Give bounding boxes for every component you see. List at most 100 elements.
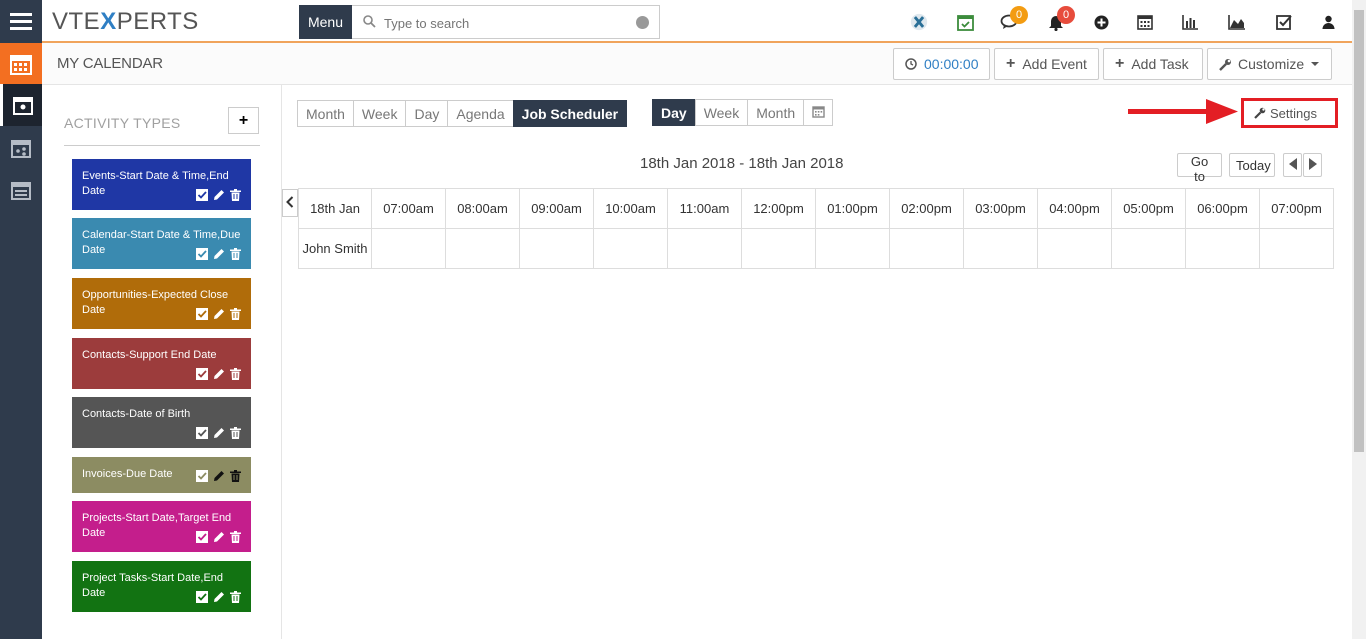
bell-icon[interactable]: 0: [1047, 6, 1075, 31]
calendar-list-icon[interactable]: [0, 170, 42, 210]
goto-button[interactable]: Go to: [1177, 153, 1222, 184]
activity-type-label: Invoices-Due Date: [82, 468, 173, 480]
activity-type-card[interactable]: Invoices-Due Date: [72, 457, 251, 493]
schedule-slot[interactable]: [667, 228, 742, 269]
prev-button[interactable]: [1283, 153, 1302, 177]
scheduler-view-switcher: Day Week Month: [652, 99, 834, 126]
search-dropdown-icon[interactable]: [636, 16, 649, 29]
schedule-slot[interactable]: [371, 228, 446, 269]
my-calendar-rail-icon[interactable]: [0, 84, 42, 126]
user-icon[interactable]: [1319, 13, 1337, 31]
area-chart-icon[interactable]: [1228, 13, 1246, 31]
scheduler-view-month[interactable]: Month: [747, 99, 805, 126]
trash-icon[interactable]: [230, 368, 242, 380]
calendar-check-icon[interactable]: [956, 13, 974, 31]
checkbox-icon[interactable]: [196, 470, 208, 482]
calendar-icon[interactable]: [1136, 13, 1154, 31]
checkbox-icon[interactable]: [196, 308, 208, 320]
schedule-slot[interactable]: [963, 228, 1038, 269]
checkbox-icon[interactable]: [196, 248, 208, 260]
vtexperts-x-icon[interactable]: [910, 13, 928, 31]
activity-type-card[interactable]: Calendar-Start Date & Time,Due Date: [72, 218, 251, 269]
checkbox-icon[interactable]: [196, 591, 208, 603]
top-header: VTEXPERTS Menu 0 0: [42, 0, 1352, 43]
edit-pencil-icon[interactable]: [213, 368, 225, 380]
activity-type-card[interactable]: Contacts-Support End Date: [72, 338, 251, 389]
schedule-slot[interactable]: [1259, 228, 1334, 269]
resource-row: John Smith: [298, 228, 1334, 269]
checkbox-icon[interactable]: [196, 368, 208, 380]
trash-icon[interactable]: [230, 427, 242, 439]
schedule-slot[interactable]: [741, 228, 816, 269]
calendar-view-job-scheduler[interactable]: Job Scheduler: [512, 100, 628, 127]
menu-button[interactable]: Menu: [299, 5, 352, 39]
add-task-label: Add Task: [1131, 56, 1189, 72]
scrollbar-thumb[interactable]: [1354, 10, 1364, 452]
trash-icon[interactable]: [230, 531, 242, 543]
vtexperts-logo[interactable]: VTEXPERTS: [52, 8, 199, 36]
schedule-slot[interactable]: [815, 228, 890, 269]
time-column-header: 04:00pm: [1037, 188, 1112, 229]
schedule-slot[interactable]: [1185, 228, 1260, 269]
schedule-slot[interactable]: [519, 228, 594, 269]
schedule-slot[interactable]: [1037, 228, 1112, 269]
date-picker-calendar-icon[interactable]: [803, 99, 834, 126]
trash-icon[interactable]: [230, 591, 242, 603]
activity-type-card[interactable]: Events-Start Date & Time,End Date: [72, 159, 251, 210]
time-column-header: 01:00pm: [815, 188, 890, 229]
calendar-view-month[interactable]: Month: [297, 100, 354, 127]
calendar-view-week[interactable]: Week: [352, 100, 407, 127]
chevron-left-icon: [286, 195, 294, 211]
activity-type-card[interactable]: Projects-Start Date,Target End Date: [72, 501, 251, 552]
checkbox-icon[interactable]: [196, 427, 208, 439]
settings-button[interactable]: Settings: [1248, 102, 1323, 124]
activity-type-card[interactable]: Opportunities-Expected Close Date: [72, 278, 251, 329]
calendar-view-agenda[interactable]: Agenda: [447, 100, 514, 127]
timer-button[interactable]: 00:00:00: [893, 48, 990, 80]
trash-icon[interactable]: [230, 470, 242, 482]
checkbox-icon[interactable]: [196, 189, 208, 201]
search-input[interactable]: [382, 13, 622, 33]
schedule-slot[interactable]: [445, 228, 520, 269]
shared-calendar-icon[interactable]: [0, 128, 42, 168]
chat-icon[interactable]: 0: [1000, 6, 1028, 31]
scheduler-view-day[interactable]: Day: [652, 99, 696, 126]
today-button[interactable]: Today: [1229, 153, 1275, 177]
add-event-label: Add Event: [1022, 56, 1087, 72]
vertical-scrollbar[interactable]: [1352, 0, 1366, 639]
time-column-header: 11:00am: [667, 188, 742, 229]
edit-pencil-icon[interactable]: [213, 470, 225, 482]
trash-icon[interactable]: [230, 248, 242, 260]
schedule-slot[interactable]: [593, 228, 668, 269]
edit-pencil-icon[interactable]: [213, 308, 225, 320]
customize-button[interactable]: Customize: [1207, 48, 1332, 80]
activity-type-actions: [196, 368, 242, 380]
calendar-view-day[interactable]: Day: [405, 100, 449, 127]
next-button[interactable]: [1303, 153, 1322, 177]
add-event-button[interactable]: + Add Event: [994, 48, 1099, 80]
schedule-slot[interactable]: [1111, 228, 1186, 269]
activity-type-card[interactable]: Contacts-Date of Birth: [72, 397, 251, 448]
time-column-header: 09:00am: [519, 188, 594, 229]
resource-name: John Smith: [298, 228, 372, 269]
edit-pencil-icon[interactable]: [213, 531, 225, 543]
add-task-button[interactable]: + Add Task: [1103, 48, 1203, 80]
activity-type-card[interactable]: Project Tasks-Start Date,End Date: [72, 561, 251, 612]
edit-pencil-icon[interactable]: [213, 427, 225, 439]
calendar-module-icon[interactable]: [0, 43, 42, 84]
checkbox-icon[interactable]: [196, 531, 208, 543]
add-circle-icon[interactable]: [1092, 13, 1110, 31]
trash-icon[interactable]: [230, 189, 242, 201]
hamburger-menu-icon[interactable]: [0, 0, 42, 43]
schedule-slot[interactable]: [889, 228, 964, 269]
left-rail: [0, 0, 42, 639]
edit-pencil-icon[interactable]: [213, 591, 225, 603]
edit-pencil-icon[interactable]: [213, 248, 225, 260]
trash-icon[interactable]: [230, 308, 242, 320]
edit-pencil-icon[interactable]: [213, 189, 225, 201]
collapse-panel-button[interactable]: [282, 189, 298, 217]
bar-chart-icon[interactable]: [1181, 13, 1199, 31]
scheduler-view-week[interactable]: Week: [694, 99, 749, 126]
add-activity-type-button[interactable]: +: [228, 107, 259, 134]
task-checkbox-icon[interactable]: [1275, 13, 1293, 31]
